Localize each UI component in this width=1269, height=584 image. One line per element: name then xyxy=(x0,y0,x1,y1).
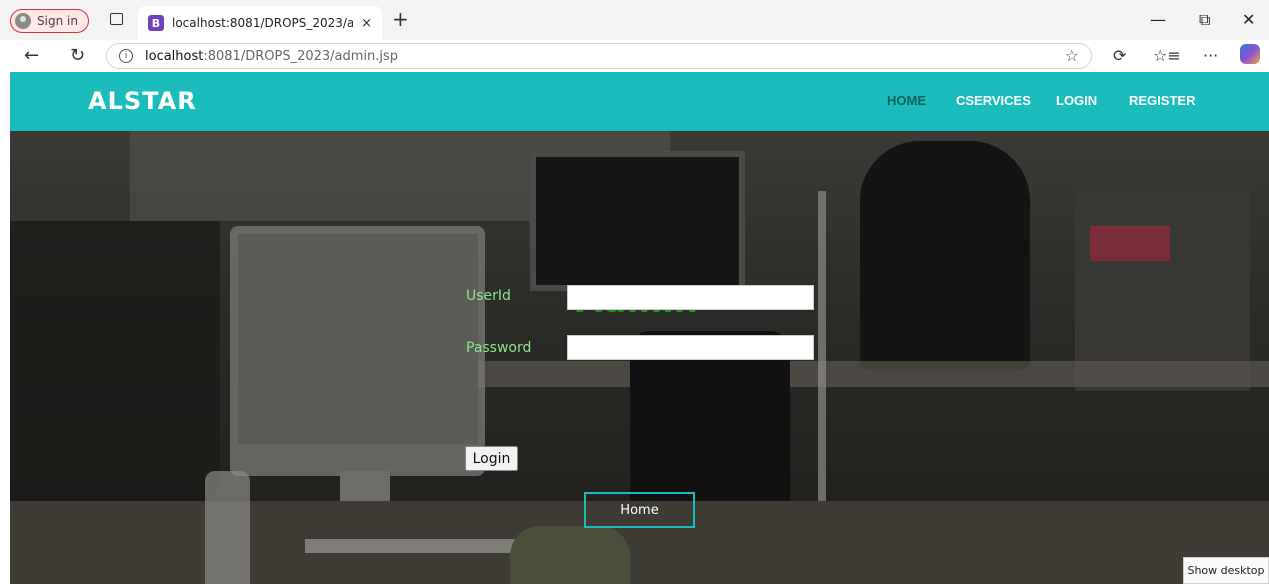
back-icon[interactable]: ← xyxy=(24,45,39,67)
nav-register[interactable]: REGISTER xyxy=(1129,93,1195,108)
bg-books xyxy=(1090,226,1170,261)
hero-background: Admin UserId Password Login Home xyxy=(10,131,1269,584)
address-bar[interactable]: i localhost:8081/DROPS_2023/admin.jsp ☆ xyxy=(106,43,1092,69)
bg-bottle xyxy=(205,471,250,584)
userid-input[interactable] xyxy=(567,285,814,310)
extensions-icon[interactable]: ⟳ xyxy=(1113,45,1126,67)
nav-login[interactable]: LOGIN xyxy=(1056,93,1097,108)
bg-cactus xyxy=(510,526,630,584)
sign-in-label: Sign in xyxy=(37,14,78,28)
login-button[interactable]: Login xyxy=(465,446,518,471)
favicon-icon: B xyxy=(148,15,164,31)
refresh-icon[interactable]: ↻ xyxy=(70,45,85,67)
bg-person xyxy=(860,141,1030,371)
favorites-icon[interactable]: ☆≡ xyxy=(1153,45,1181,67)
password-label: Password xyxy=(466,340,532,356)
password-input[interactable] xyxy=(567,335,814,360)
close-tab-icon[interactable]: × xyxy=(361,16,372,31)
new-tab-button[interactable]: + xyxy=(392,9,409,29)
bg-monitor xyxy=(530,151,745,291)
userid-label: UserId xyxy=(466,288,511,304)
browser-toolbar: ← ↻ i localhost:8081/DROPS_2023/admin.js… xyxy=(0,40,1269,72)
bg-imac-screen xyxy=(238,234,478,444)
tab-actions-icon[interactable] xyxy=(110,13,123,25)
site-navbar: ALSTAR HOME CSERVICES LOGIN REGISTER xyxy=(10,72,1269,131)
copilot-icon[interactable] xyxy=(1240,44,1260,64)
home-button[interactable]: Home xyxy=(584,492,695,528)
favorite-star-icon[interactable]: ☆ xyxy=(1065,46,1079,65)
info-icon[interactable]: i xyxy=(119,49,133,63)
minimize-button[interactable]: — xyxy=(1150,10,1166,30)
close-window-button[interactable]: ✕ xyxy=(1242,10,1255,30)
restore-button[interactable]: ⧉ xyxy=(1199,10,1210,30)
avatar-icon xyxy=(15,13,31,29)
web-page: ALSTAR HOME CSERVICES LOGIN REGISTER Adm… xyxy=(10,72,1269,584)
site-brand[interactable]: ALSTAR xyxy=(88,87,197,115)
show-desktop-tooltip: Show desktop xyxy=(1183,557,1269,584)
browser-tab[interactable]: B localhost:8081/DROPS_2023/adm × xyxy=(138,6,382,40)
browser-tabbar: Sign in B localhost:8081/DROPS_2023/adm … xyxy=(0,0,1269,40)
more-icon[interactable]: ··· xyxy=(1203,45,1218,67)
nav-cservices[interactable]: CSERVICES xyxy=(956,93,1031,108)
tab-title: localhost:8081/DROPS_2023/adm xyxy=(172,16,354,30)
nav-home[interactable]: HOME xyxy=(887,93,926,108)
sign-in-button[interactable]: Sign in xyxy=(10,9,89,33)
url-text: localhost:8081/DROPS_2023/admin.jsp xyxy=(145,48,399,64)
